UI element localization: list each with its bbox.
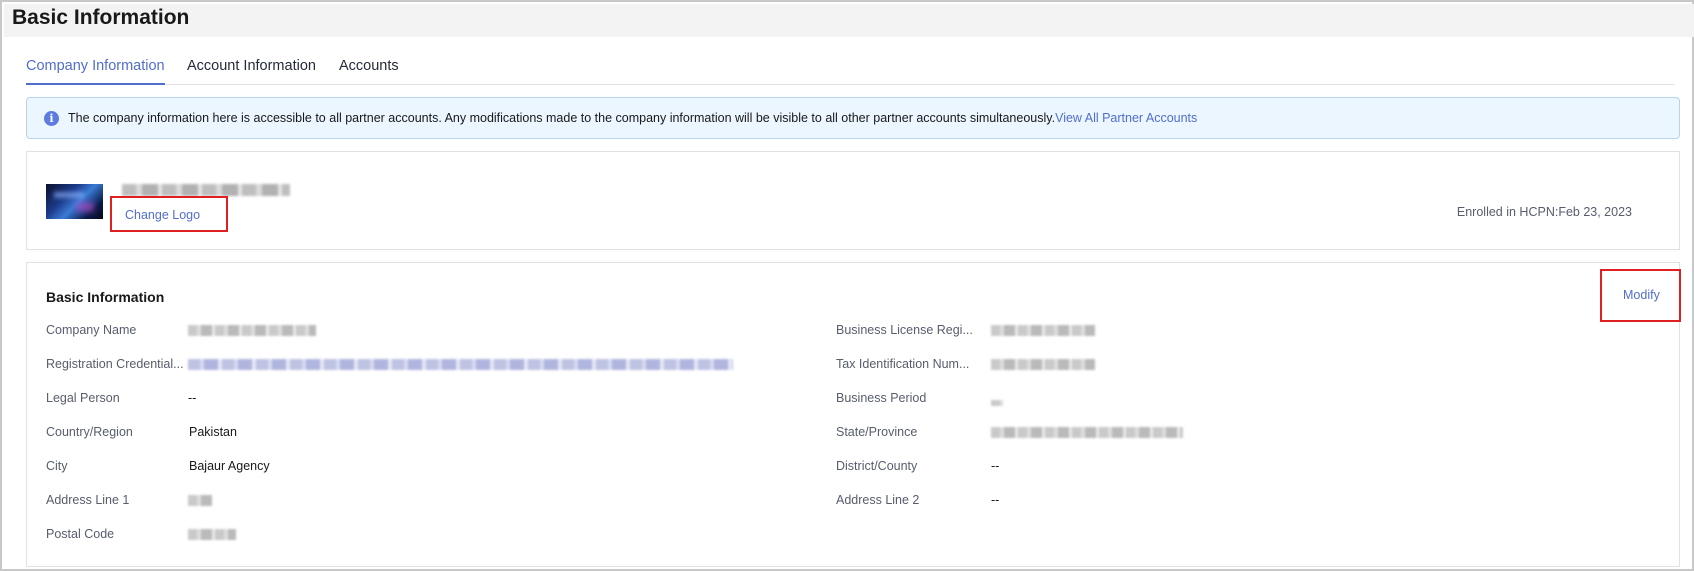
tab-account-information[interactable]: Account Information (187, 58, 316, 85)
field-label-city: City (46, 459, 68, 473)
company-name-value-redacted (188, 325, 316, 336)
postal-code-value-redacted (188, 529, 236, 540)
field-label-company-name: Company Name (46, 323, 137, 337)
address-line-1-value-redacted (188, 495, 212, 506)
section-title: Basic Information (46, 289, 165, 305)
state-province-value-redacted (991, 427, 1183, 438)
company-name-redacted (122, 184, 290, 196)
company-logo (46, 184, 103, 219)
field-label-address-line-2: Address Line 2 (836, 493, 920, 507)
page-frame: Basic Information Company Information Ac… (0, 0, 1694, 571)
info-icon: i (44, 111, 59, 126)
notice-text-container: The company information here is accessib… (68, 111, 1197, 125)
field-label-business-period: Business Period (836, 391, 927, 405)
page-header: Basic Information (4, 4, 1694, 37)
country-region-value: Pakistan (189, 425, 237, 439)
address-line-2-value: -- (991, 493, 1000, 507)
field-label-tax-identification: Tax Identification Num... (836, 357, 970, 371)
field-label-registration-credential: Registration Credential... (46, 357, 184, 371)
enrollment-date: Enrolled in HCPN:Feb 23, 2023 (1456, 205, 1632, 219)
view-all-partner-accounts-link[interactable]: View All Partner Accounts (1055, 111, 1197, 125)
field-label-postal-code: Postal Code (46, 527, 115, 541)
field-label-business-license: Business License Regi... (836, 323, 973, 337)
business-period-value-redacted (991, 400, 1003, 406)
legal-person-value: -- (188, 391, 197, 405)
change-logo-link[interactable]: Change Logo (110, 196, 228, 232)
modify-link[interactable]: Modify (1623, 288, 1660, 302)
page-title: Basic Information (12, 6, 190, 29)
field-label-legal-person: Legal Person (46, 391, 120, 405)
info-notice: i The company information here is access… (26, 97, 1680, 139)
notice-message: The company information here is accessib… (68, 111, 1056, 125)
registration-credential-value-redacted (188, 359, 733, 370)
field-label-state-province: State/Province (836, 425, 918, 439)
field-label-district-county: District/County (836, 459, 918, 473)
basic-information-card: Basic Information Modify Company Name Re… (26, 262, 1681, 567)
field-label-address-line-1: Address Line 1 (46, 493, 130, 507)
field-label-country-region: Country/Region (46, 425, 133, 439)
tab-company-information[interactable]: Company Information (26, 58, 165, 85)
tax-identification-value-redacted (991, 359, 1095, 370)
district-county-value: -- (991, 459, 1000, 473)
business-license-value-redacted (991, 325, 1095, 336)
tab-accounts[interactable]: Accounts (339, 58, 399, 85)
tab-bar: Company Information Account Information … (26, 52, 1674, 85)
city-value: Bajaur Agency (189, 459, 270, 473)
company-logo-card: Change Logo Enrolled in HCPN:Feb 23, 202… (26, 151, 1680, 250)
